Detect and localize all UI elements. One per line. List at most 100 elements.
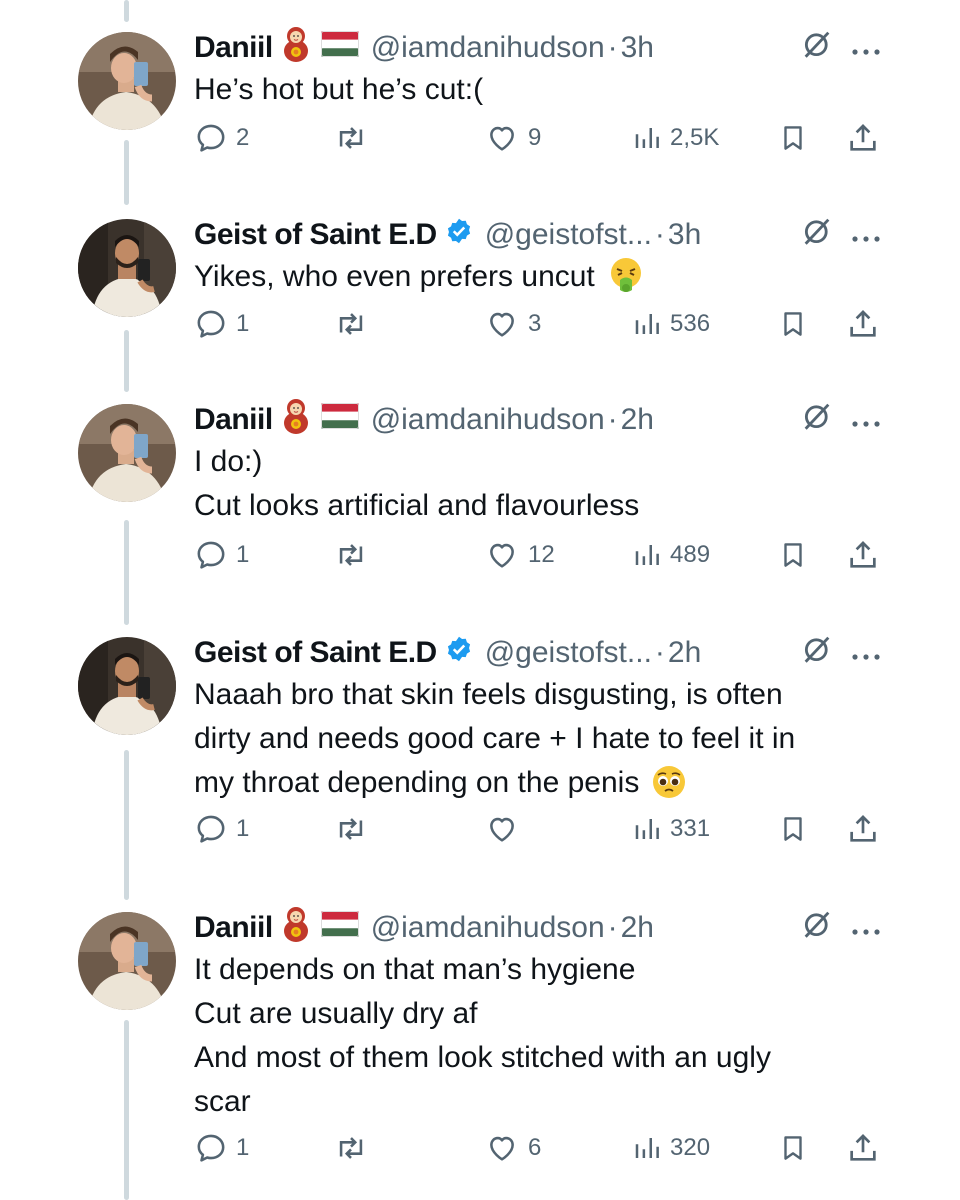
- views-icon: [632, 122, 662, 154]
- timestamp[interactable]: 2h: [621, 911, 654, 945]
- bookmark-icon: [778, 812, 808, 846]
- user-handle[interactable]: @iamdanihudson: [371, 911, 605, 945]
- repost-icon: [332, 538, 370, 572]
- display-name[interactable]: Geist of Saint E.D: [194, 636, 437, 670]
- more-icon[interactable]: [850, 403, 882, 437]
- reply-icon: [194, 812, 228, 846]
- views-count: 536: [670, 310, 711, 337]
- repost-button[interactable]: [332, 118, 378, 158]
- display-name[interactable]: Daniil: [194, 911, 273, 945]
- like-button[interactable]: 12: [484, 535, 555, 575]
- bookmark-button[interactable]: [778, 304, 808, 344]
- bookmark-button[interactable]: [778, 1128, 808, 1168]
- like-button[interactable]: 9: [484, 118, 541, 158]
- share-button[interactable]: [846, 118, 880, 158]
- views-icon: [632, 813, 662, 845]
- tweet-content: Geist of Saint E.D @geistofst... · 3h Yikes,…: [194, 214, 882, 338]
- display-name[interactable]: Daniil: [194, 31, 273, 65]
- tweet-text-content: my throat depending on the penis: [194, 766, 640, 799]
- share-icon: [846, 538, 880, 572]
- separator-dot: ·: [607, 31, 618, 64]
- reply-button[interactable]: 1: [194, 809, 249, 849]
- tweet-actions: 1 12 489: [194, 535, 882, 575]
- repost-button[interactable]: [332, 535, 378, 575]
- like-button[interactable]: [484, 809, 528, 849]
- more-icon[interactable]: [850, 636, 882, 670]
- reply-icon: [194, 538, 228, 572]
- tweet-text-line: He’s hot but he’s cut:(: [194, 68, 882, 112]
- more-icon[interactable]: [850, 911, 882, 945]
- views-button[interactable]: 331: [632, 809, 710, 849]
- share-button[interactable]: [846, 535, 880, 575]
- reply-icon: [194, 307, 228, 341]
- repost-button[interactable]: [332, 809, 378, 849]
- grok-icon[interactable]: [800, 27, 834, 69]
- repost-button[interactable]: [332, 1128, 378, 1168]
- likes-count: 12: [528, 541, 555, 568]
- user-handle[interactable]: @geistofst...: [485, 636, 652, 670]
- views-button[interactable]: 320: [632, 1128, 710, 1168]
- tweet-text-content: Naaah bro that skin feels disgusting, is…: [194, 678, 783, 711]
- hungary-flag-icon: [320, 403, 359, 437]
- like-icon: [484, 307, 520, 341]
- views-count: 331: [670, 815, 711, 842]
- user-handle[interactable]: @iamdanihudson: [371, 31, 605, 65]
- tweet-text-line: scar: [194, 1080, 882, 1124]
- timestamp[interactable]: 2h: [621, 403, 654, 437]
- tweet-actions: 1 331: [194, 809, 882, 849]
- views-count: 320: [670, 1134, 711, 1161]
- bookmark-button[interactable]: [778, 809, 808, 849]
- reply-icon: [194, 121, 228, 155]
- bookmark-button[interactable]: [778, 535, 808, 575]
- grok-icon[interactable]: [800, 907, 834, 949]
- tweet-text-content: Yikes, who even prefers uncut: [194, 260, 595, 293]
- timestamp[interactable]: 2h: [668, 636, 701, 670]
- replies-count: 1: [236, 541, 250, 568]
- replies-count: 1: [236, 815, 250, 842]
- thread-connector-line: [124, 0, 129, 22]
- replies-count: 1: [236, 310, 250, 337]
- tweet-content: Daniil @iamdanihudson · 2h I do:) Cut looks a…: [194, 397, 882, 569]
- reply-button[interactable]: 1: [194, 304, 249, 344]
- bookmark-icon: [778, 307, 808, 341]
- avatar[interactable]: [78, 637, 176, 735]
- matryoshka-doll-icon: [281, 397, 311, 443]
- header-actions: [800, 633, 882, 673]
- timestamp[interactable]: 3h: [668, 218, 701, 252]
- grok-icon[interactable]: [800, 632, 834, 674]
- reply-button[interactable]: 2: [194, 118, 249, 158]
- more-icon[interactable]: [850, 218, 882, 252]
- views-button[interactable]: 2,5K: [632, 118, 719, 158]
- share-button[interactable]: [846, 304, 880, 344]
- grok-icon[interactable]: [800, 399, 834, 441]
- pleading-face-icon: [651, 764, 687, 813]
- tweet-text: It depends on that man’s hygiene Cut are …: [194, 948, 882, 1124]
- tweet-text-content: scar: [194, 1085, 251, 1118]
- like-button[interactable]: 6: [484, 1128, 541, 1168]
- reply-icon: [194, 1131, 228, 1165]
- reply-button[interactable]: 1: [194, 1128, 249, 1168]
- share-button[interactable]: [846, 809, 880, 849]
- tweet-text-content: dirty and needs good care + I hate to fe…: [194, 722, 796, 755]
- views-button[interactable]: 489: [632, 535, 710, 575]
- like-icon: [484, 538, 520, 572]
- grok-icon[interactable]: [800, 214, 834, 256]
- bookmark-button[interactable]: [778, 118, 808, 158]
- repost-button[interactable]: [332, 304, 378, 344]
- avatar[interactable]: [78, 404, 176, 502]
- avatar[interactable]: [78, 219, 176, 317]
- avatar[interactable]: [78, 912, 176, 1010]
- views-icon: [632, 1132, 662, 1164]
- like-button[interactable]: 3: [484, 304, 541, 344]
- timestamp[interactable]: 3h: [621, 31, 654, 65]
- display-name[interactable]: Daniil: [194, 403, 273, 437]
- views-button[interactable]: 536: [632, 304, 710, 344]
- user-handle[interactable]: @iamdanihudson: [371, 403, 605, 437]
- more-icon[interactable]: [850, 31, 882, 65]
- tweet-actions: 1 3 536: [194, 304, 882, 344]
- avatar[interactable]: [78, 32, 176, 130]
- user-handle[interactable]: @geistofst...: [485, 218, 652, 252]
- share-button[interactable]: [846, 1128, 880, 1168]
- display-name[interactable]: Geist of Saint E.D: [194, 218, 437, 252]
- reply-button[interactable]: 1: [194, 535, 249, 575]
